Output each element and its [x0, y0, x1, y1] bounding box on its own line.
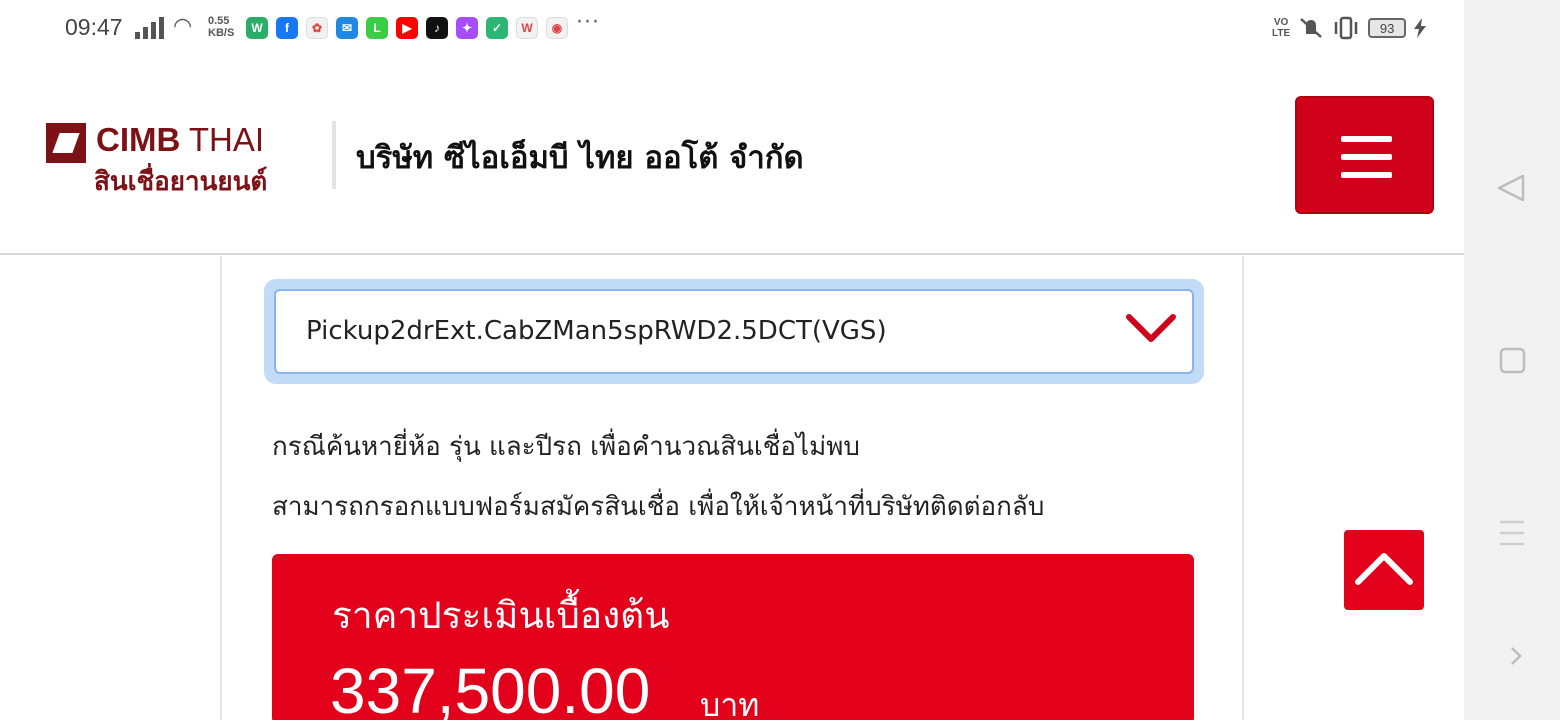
- apply-form-note: สามารถกรอกแบบฟอร์มสมัครสินเชื่อ เพื่อให้…: [272, 492, 1045, 522]
- model-select-value: Pickup2drExt.CabZMan5spRWD2.5DCT(VGS): [306, 316, 887, 346]
- more-notifications-icon: ···: [576, 10, 600, 35]
- facebook-icon: f: [276, 17, 298, 39]
- network-speed: 0.55 KB/S: [208, 15, 235, 39]
- clock: 09:47: [65, 14, 123, 40]
- cimb-thai-logo[interactable]: CIMB THAI สินเชื่อยานยนต์: [46, 121, 286, 197]
- charging-icon: [1414, 18, 1427, 38]
- wps-icon: W: [516, 17, 538, 39]
- home-square-icon[interactable]: [1464, 346, 1560, 376]
- wechat-icon: W: [246, 17, 268, 39]
- messenger-icon: ✦: [456, 17, 478, 39]
- shield-app-icon: ✓: [486, 17, 508, 39]
- company-name: บริษัท ซีไอเอ็มบี ไทย ออโต้ จำกัด: [356, 140, 804, 176]
- notification-icons: Wf ✿ ✉ L ▶ ♪ ✦ ✓ W ◉: [246, 17, 568, 39]
- logo-wordmark: CIMB THAI: [96, 121, 265, 158]
- status-bar: 09:47 ◠ 0.55 KB/S Wf ✿ ✉ L ▶ ♪ ✦ ✓ W ◉ ··· VO LTE…: [0, 0, 1464, 56]
- hamburger-icon: [1341, 136, 1392, 142]
- header-divider: [332, 121, 336, 189]
- model-select-focus-ring: Pickup2drExt.CabZMan5spRWD2.5DCT(VGS): [264, 279, 1204, 384]
- youtube-icon: ▶: [396, 17, 418, 39]
- price-estimate-value: 337,500.00: [330, 655, 651, 720]
- back-triangle-icon[interactable]: [1464, 172, 1560, 204]
- tiktok-icon: ♪: [426, 17, 448, 39]
- mute-icon: [1300, 18, 1322, 38]
- chevron-up-icon: [1355, 553, 1413, 585]
- chevron-right-icon[interactable]: [1464, 644, 1560, 668]
- chrome-icon: ◉: [546, 17, 568, 39]
- main-content: Pickup2drExt.CabZMan5spRWD2.5DCT(VGS) กร…: [220, 256, 1244, 720]
- photos-icon: ✿: [306, 17, 328, 39]
- status-right: VO LTE 93: [1272, 16, 1427, 40]
- chevron-down-icon: [1126, 314, 1176, 342]
- site-header: CIMB THAI สินเชื่อยานยนต์ บริษัท ซีไอเอ็…: [0, 56, 1464, 255]
- recents-menu-icon[interactable]: [1464, 518, 1560, 548]
- price-estimate-label: ราคาประเมินเบื้องต้น: [332, 594, 670, 637]
- messenger-lite-icon: ✉: [336, 17, 358, 39]
- cimb-logo-mark-icon: [46, 123, 86, 163]
- scroll-to-top-button[interactable]: [1344, 530, 1424, 610]
- price-currency-unit: บาท: [700, 686, 760, 720]
- battery-icon: 93: [1368, 18, 1407, 38]
- android-nav-bar: [1464, 0, 1560, 720]
- wifi-icon: ◠: [173, 14, 193, 39]
- not-found-note: กรณีค้นหายี่ห้อ รุ่น และปีรถ เพื่อคำนวณส…: [272, 432, 860, 462]
- signal-icon: [135, 17, 165, 39]
- volte-icon: VO LTE: [1272, 17, 1291, 39]
- line-icon: L: [366, 17, 388, 39]
- price-estimate-card: ราคาประเมินเบื้องต้น 337,500.00 บาท: [272, 554, 1194, 720]
- hamburger-menu-button[interactable]: [1295, 96, 1434, 214]
- logo-subtitle: สินเชื่อยานยนต์: [94, 167, 268, 197]
- vibrate-icon: [1334, 16, 1358, 40]
- model-select[interactable]: Pickup2drExt.CabZMan5spRWD2.5DCT(VGS): [274, 289, 1194, 374]
